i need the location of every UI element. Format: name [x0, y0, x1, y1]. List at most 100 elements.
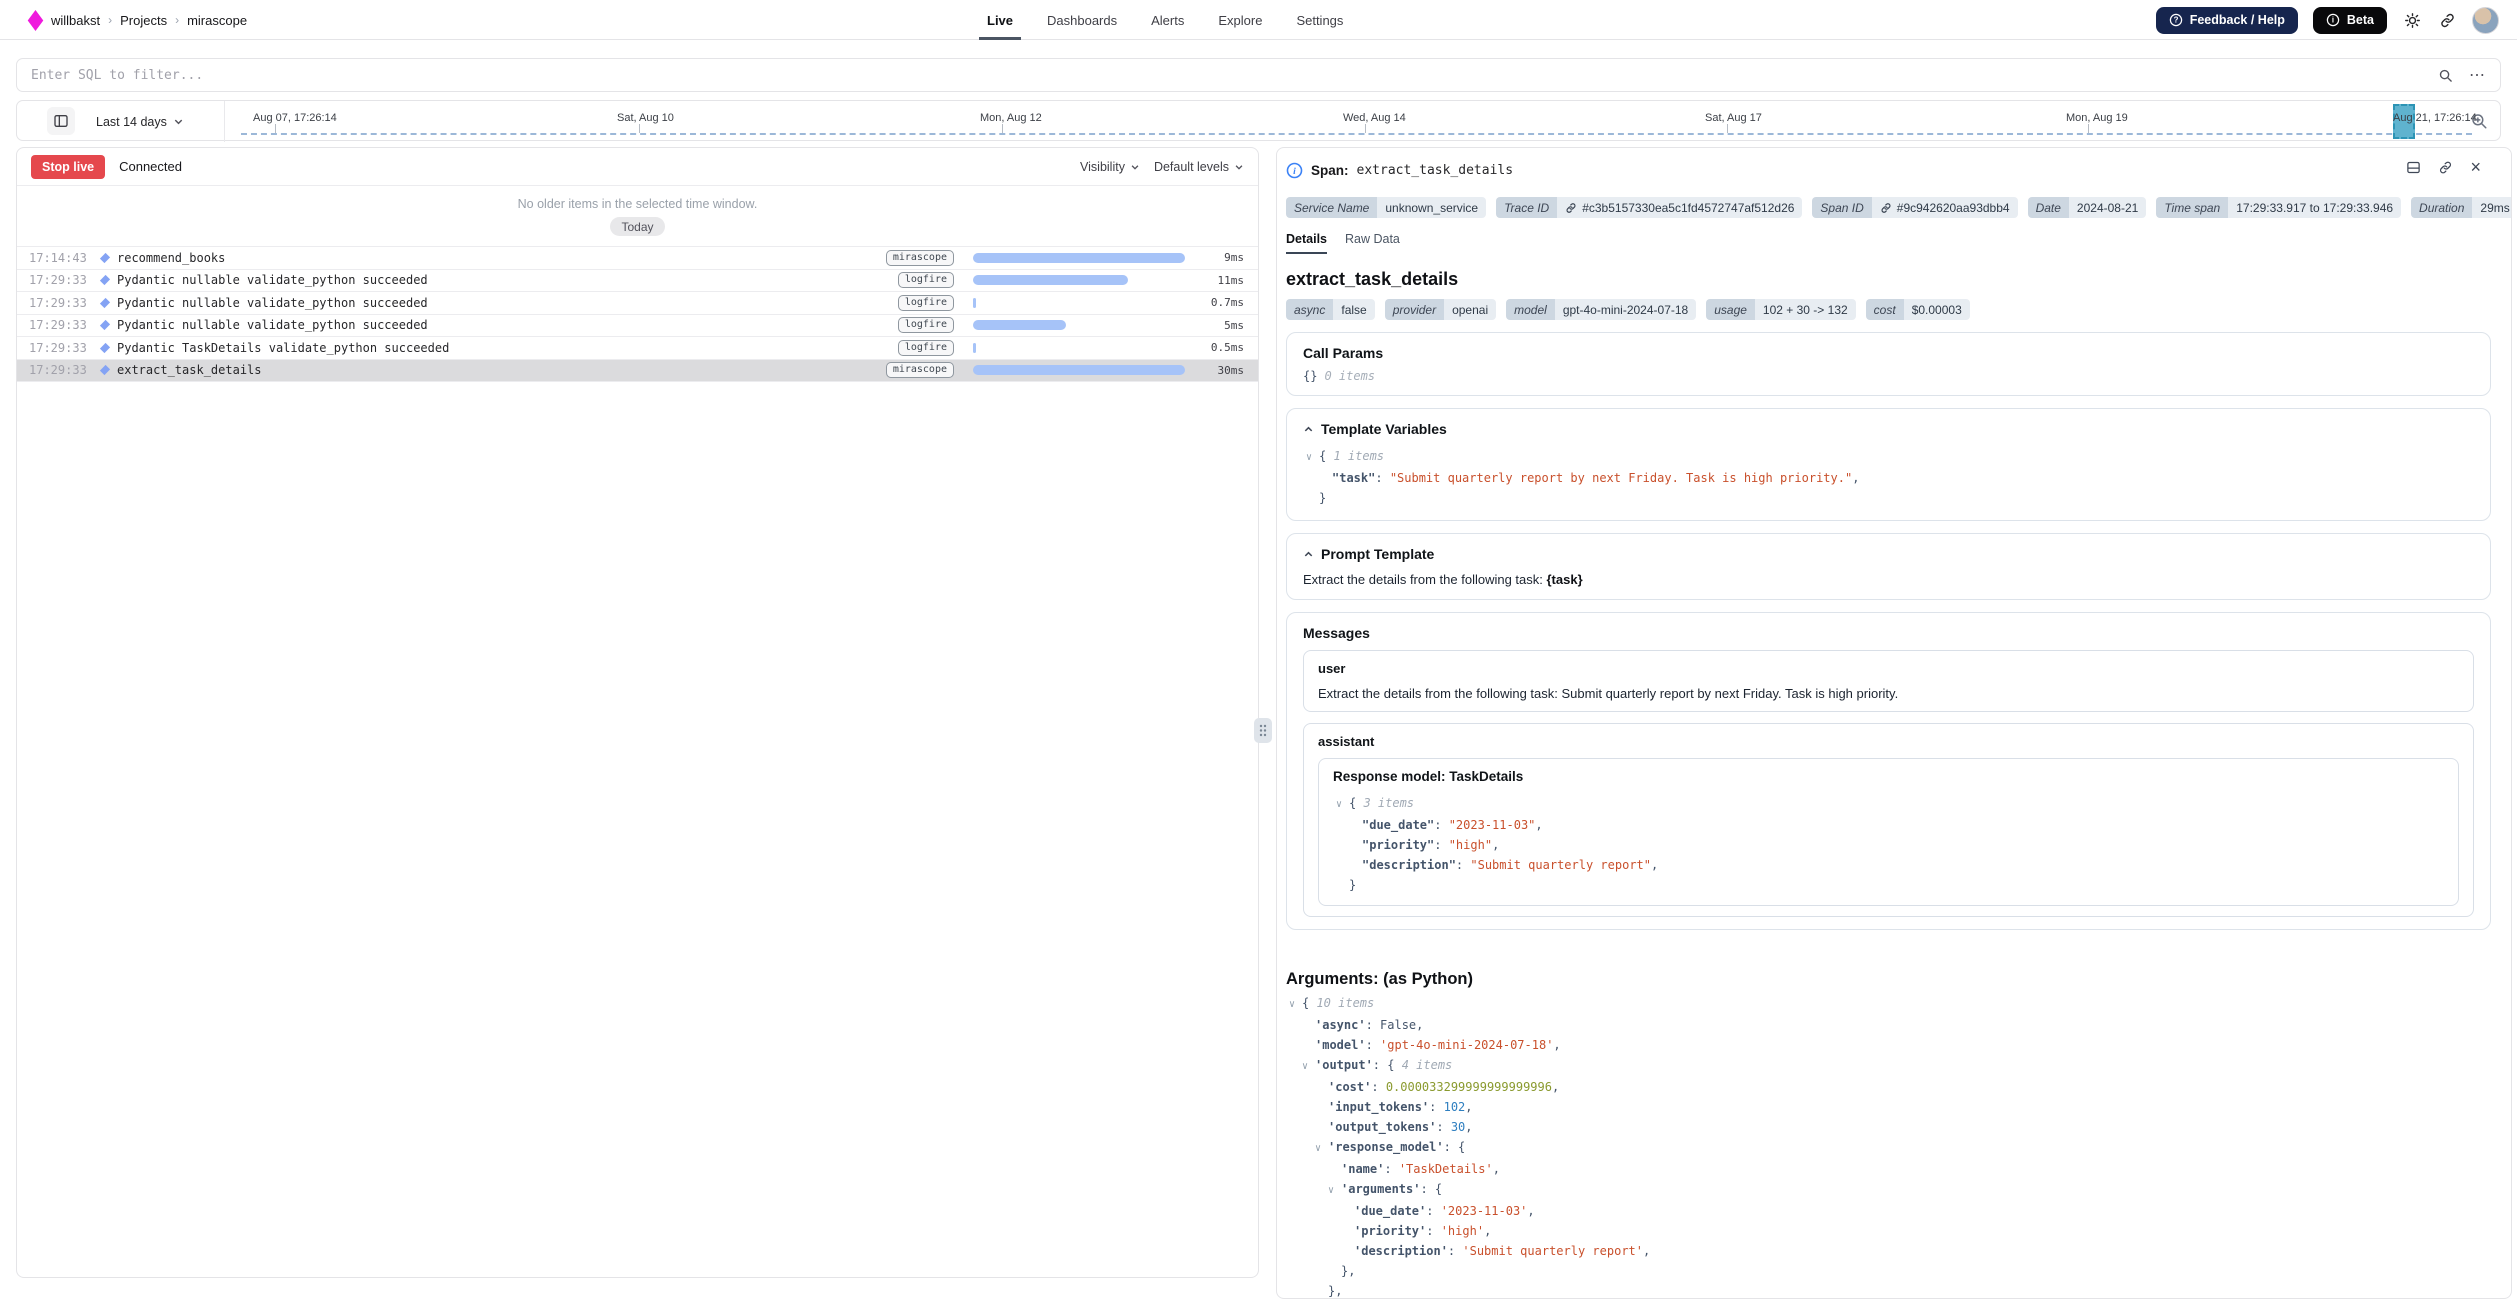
- span-name: Pydantic nullable validate_python succee…: [117, 296, 868, 310]
- timeline-label: Mon, Aug 12: [980, 112, 1042, 124]
- duration-bar: [973, 343, 976, 353]
- top-bar: willbakst › Projects › mirascope Live Da…: [0, 0, 2517, 40]
- more-options-icon[interactable]: ⋯: [2469, 65, 2486, 85]
- tab-explore[interactable]: Explore: [1216, 0, 1264, 40]
- timeline-label: Sat, Aug 10: [617, 112, 674, 124]
- timeline-track[interactable]: [241, 133, 2472, 135]
- messages-card: Messages user Extract the details from t…: [1286, 612, 2491, 930]
- time-range-dropdown[interactable]: Last 14 days: [96, 101, 184, 142]
- async-badge: asyncfalse: [1286, 299, 1375, 320]
- trace-id-badge[interactable]: Trace ID #c3b5157330ea5c1fd4572747af512d…: [1496, 197, 1802, 218]
- response-model-heading: Response model: TaskDetails: [1333, 769, 2444, 784]
- span-row[interactable]: 17:29:33 Pydantic nullable validate_pyth…: [17, 270, 1258, 293]
- time-span-badge: Time span17:29:33.917 to 17:29:33.946: [2156, 197, 2401, 218]
- chevron-down-icon: [1234, 162, 1244, 172]
- default-levels-dropdown[interactable]: Default levels: [1154, 160, 1244, 174]
- span-details-header: i Span: extract_task_details ×: [1286, 158, 2491, 182]
- call-params-card: Call Params {}0 items: [1286, 332, 2491, 396]
- span-id-badge[interactable]: Span ID #9c942620aa93dbb4: [1812, 197, 2017, 218]
- breadcrumb-org[interactable]: willbakst: [51, 13, 100, 28]
- dock-panel-icon[interactable]: [2406, 160, 2421, 175]
- scope-badge: mirascope: [886, 362, 954, 378]
- copy-link-icon[interactable]: [2438, 160, 2453, 175]
- timeline-label: Mon, Aug 19: [2066, 112, 2128, 124]
- span-title-name: extract_task_details: [1357, 163, 1514, 178]
- span-diamond-icon: [100, 253, 110, 263]
- close-icon[interactable]: ×: [2470, 160, 2481, 175]
- chevron-down-icon: [1130, 162, 1140, 172]
- tab-dashboards[interactable]: Dashboards: [1045, 0, 1119, 40]
- span-name: Pydantic nullable validate_python succee…: [117, 273, 868, 287]
- svg-text:?: ?: [2173, 16, 2178, 25]
- duration-bar: [973, 365, 1185, 375]
- panel-resize-handle[interactable]: [1254, 718, 1272, 743]
- span-duration: 0.7ms: [1188, 296, 1244, 309]
- span-name: recommend_books: [117, 251, 868, 265]
- connection-status: Connected: [119, 159, 182, 174]
- visibility-dropdown[interactable]: Visibility: [1080, 160, 1140, 174]
- tab-raw-data[interactable]: Raw Data: [1345, 232, 1400, 254]
- template-variables-heading: Template Variables: [1321, 421, 1447, 437]
- chevron-right-icon: ›: [175, 13, 179, 27]
- span-row[interactable]: 17:29:33 Pydantic TaskDetails validate_p…: [17, 337, 1258, 360]
- scope-badge: logfire: [898, 295, 954, 311]
- response-model-json: ∨{ 3 items"due_date": "2023-11-03","prio…: [1333, 793, 2444, 895]
- link-icon: [1565, 202, 1577, 214]
- beta-button[interactable]: i Beta: [2313, 7, 2387, 34]
- empty-count: 0 items: [1324, 369, 1375, 383]
- chevron-right-icon: ›: [108, 13, 112, 27]
- arguments-json: ∨{ 10 items'async': False,'model': 'gpt-…: [1286, 993, 2491, 1299]
- time-range-label: Last 14 days: [96, 115, 167, 129]
- search-icon[interactable]: [2438, 68, 2453, 83]
- assistant-message-card: assistant Response model: TaskDetails ∨{…: [1303, 723, 2474, 917]
- span-row[interactable]: 17:29:33 Pydantic nullable validate_pyth…: [17, 292, 1258, 315]
- prompt-template-card: Prompt Template Extract the details from…: [1286, 533, 2491, 600]
- span-timestamp: 17:29:33: [29, 318, 95, 332]
- theme-toggle-icon[interactable]: [2402, 10, 2422, 30]
- span-duration: 9ms: [1188, 251, 1244, 264]
- span-row[interactable]: 17:14:43 recommend_books mirascope 9ms: [17, 247, 1258, 270]
- tab-live[interactable]: Live: [985, 0, 1015, 40]
- default-levels-label: Default levels: [1154, 160, 1229, 174]
- tab-alerts[interactable]: Alerts: [1149, 0, 1186, 40]
- timeline-bar[interactable]: Last 14 days Aug 07, 17:26:14 Sat, Aug 1…: [16, 100, 2501, 141]
- span-row-selected[interactable]: 17:29:33 extract_task_details mirascope …: [17, 360, 1258, 383]
- span-name: extract_task_details: [117, 363, 868, 377]
- timeline-label: Aug 21, 17:26:14: [2393, 112, 2477, 124]
- span-detail-title: extract_task_details: [1286, 269, 2491, 290]
- chevron-down-icon: [173, 116, 184, 127]
- duration-bar: [973, 275, 1128, 285]
- grip-dots-icon: [1259, 724, 1267, 737]
- span-row[interactable]: 17:29:33 Pydantic nullable validate_pyth…: [17, 315, 1258, 338]
- span-timestamp: 17:29:33: [29, 296, 95, 310]
- brand-logo-diamond-icon[interactable]: [28, 9, 44, 30]
- span-duration: 5ms: [1188, 319, 1244, 332]
- span-timestamp: 17:29:33: [29, 341, 95, 355]
- share-link-icon[interactable]: [2437, 10, 2457, 30]
- stop-live-button[interactable]: Stop live: [31, 155, 105, 179]
- span-details-panel: i Span: extract_task_details × Service N…: [1276, 147, 2512, 1299]
- span-timestamp: 17:29:33: [29, 273, 95, 287]
- live-view-panel: Stop live Connected Visibility Default l…: [16, 147, 1259, 1278]
- sql-filter-input[interactable]: [17, 68, 2438, 83]
- service-name-badge: Service Nameunknown_service: [1286, 197, 1486, 218]
- breadcrumb: willbakst › Projects › mirascope: [30, 0, 247, 40]
- tab-settings[interactable]: Settings: [1294, 0, 1345, 40]
- provider-badge: provideropenai: [1385, 299, 1496, 320]
- today-badge[interactable]: Today: [610, 217, 664, 236]
- breadcrumb-projects[interactable]: Projects: [120, 13, 167, 28]
- timeline-tick: [1365, 124, 1366, 133]
- tab-details[interactable]: Details: [1286, 232, 1327, 254]
- info-circle-icon: i: [1286, 162, 1303, 179]
- timeline-tick: [1727, 124, 1728, 133]
- feedback-help-button[interactable]: ? Feedback / Help: [2156, 7, 2298, 34]
- chevron-up-icon[interactable]: [1303, 424, 1314, 435]
- span-diamond-icon: [100, 343, 110, 353]
- span-attr-badges: asyncfalse provideropenai modelgpt-4o-mi…: [1286, 299, 2491, 320]
- link-icon: [1880, 202, 1892, 214]
- breadcrumb-project[interactable]: mirascope: [187, 13, 247, 28]
- chevron-up-icon[interactable]: [1303, 549, 1314, 560]
- prompt-template-text: Extract the details from the following t…: [1303, 572, 1547, 587]
- user-avatar[interactable]: [2472, 7, 2499, 34]
- sidebar-toggle-icon[interactable]: [47, 107, 75, 135]
